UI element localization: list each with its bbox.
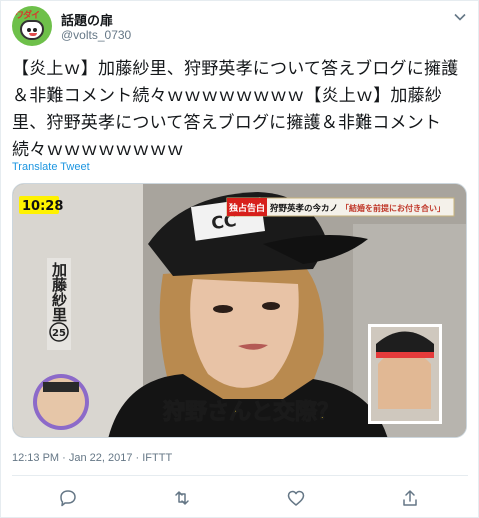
display-name[interactable]: 話題の扉 (61, 10, 113, 29)
tv-screenshot: CC 10:28 独占告白 狩野英孝の今カノ 「結婚を前提にお付き合い」 加藤紗… (13, 184, 466, 437)
tweet-media-image[interactable]: CC 10:28 独占告白 狩野英孝の今カノ 「結婚を前提にお付き合い」 加藤紗… (12, 183, 467, 438)
tweet-timestamp[interactable]: 12:13 PM · Jan 22, 2017 · IFTTT (12, 452, 172, 464)
translate-tweet-link[interactable]: Translate Tweet (12, 161, 90, 173)
tweet-card: ワダイ 話題の扉 @volts_0730 【炎上ｗ】加藤紗里、狩野英孝について答… (0, 0, 479, 518)
video-caption: 狩野さんと交際？ (163, 399, 339, 425)
tv-clock: 10:28 (22, 199, 63, 214)
tweet-text: 【炎上ｗ】加藤紗里、狩野英孝について答えブログに擁護＆非難コメント続々ｗｗｗｗｗ… (12, 59, 459, 160)
chevron-down-icon[interactable] (453, 10, 467, 24)
share-icon[interactable] (400, 488, 420, 508)
avatar[interactable]: ワダイ (12, 6, 52, 46)
vertical-name: 加藤紗里 (50, 262, 68, 322)
retweet-icon[interactable] (172, 488, 192, 508)
age-badge: 25 (52, 328, 66, 339)
divider (12, 475, 468, 476)
like-icon[interactable] (286, 488, 306, 508)
tweet-metadata: 12:13 PM · Jan 22, 2017 · IFTTT (12, 452, 172, 464)
avatar-face (20, 20, 44, 40)
banner-text: 狩野英孝の今カノ (269, 203, 338, 214)
tweet-actions (1, 485, 479, 511)
banner-quote: 「結婚を前提にお付き合い」 (341, 203, 445, 213)
user-handle[interactable]: @volts_0730 (61, 28, 131, 42)
reply-icon[interactable] (58, 488, 78, 508)
banner-red-text: 独占告白 (228, 202, 265, 214)
